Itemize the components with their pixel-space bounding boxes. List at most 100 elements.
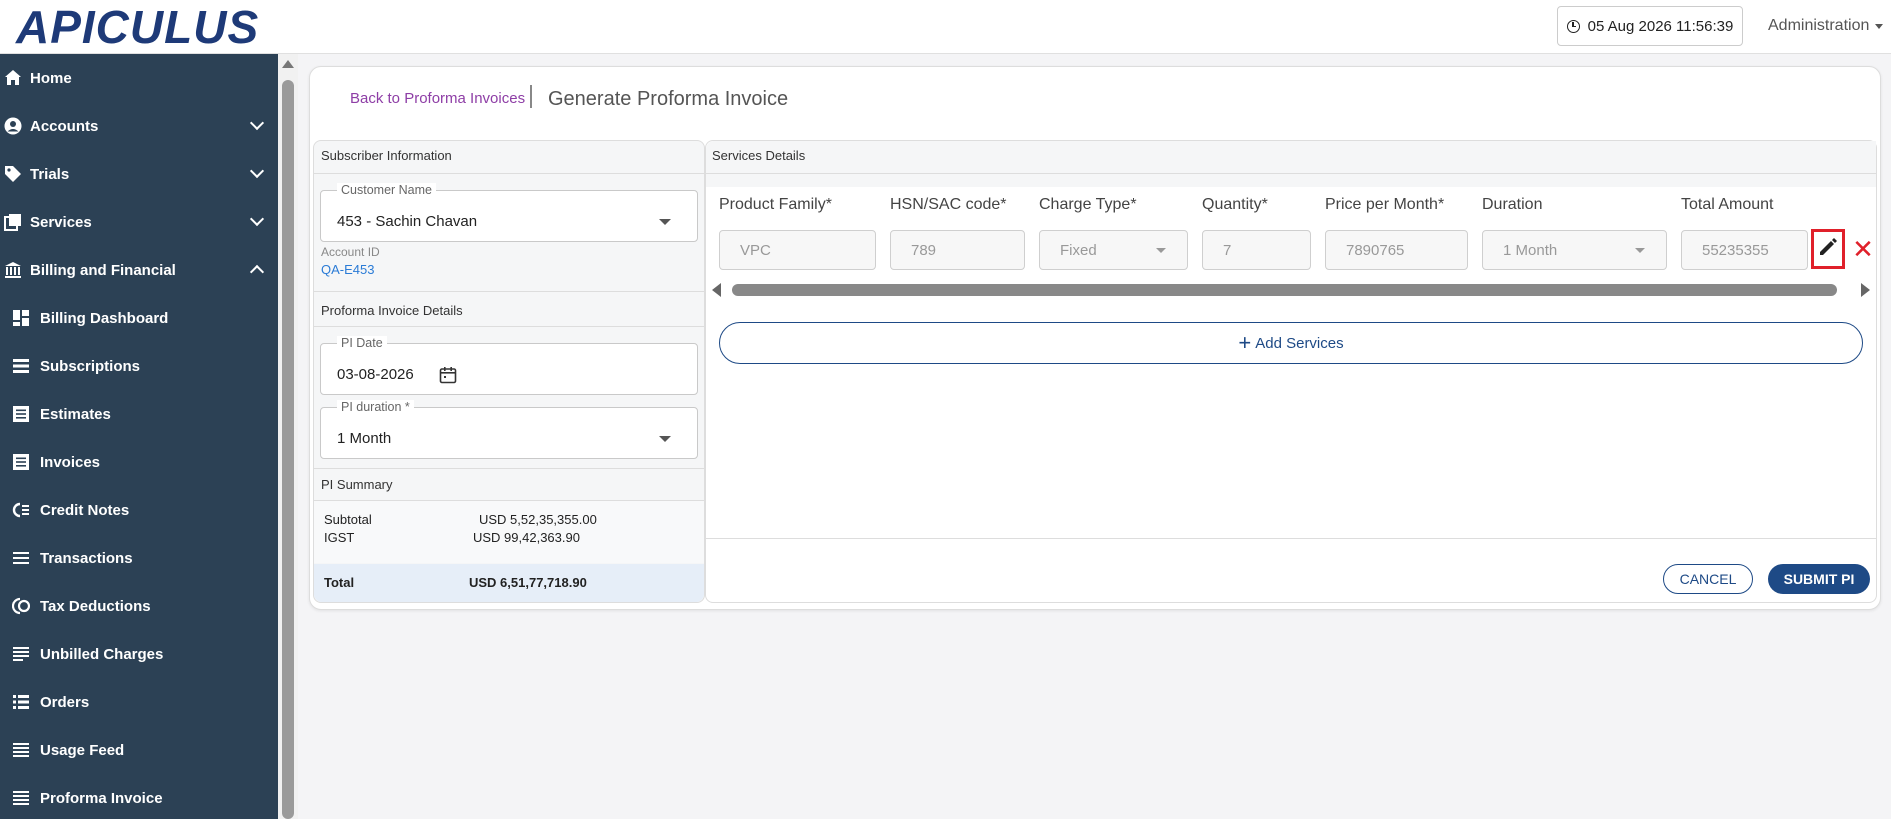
- sidebar-item-label: Trials: [30, 165, 70, 183]
- igst-label: IGST: [324, 530, 355, 545]
- sidebar-item-accounts[interactable]: Accounts: [0, 102, 278, 150]
- title-divider: [530, 85, 532, 108]
- sidebar-item-tax-deductions[interactable]: Tax Deductions: [0, 582, 278, 630]
- submit-pi-button[interactable]: SUBMIT PI: [1768, 564, 1870, 594]
- total-amount-input[interactable]: 55235355: [1681, 230, 1808, 270]
- back-to-proforma-invoices-link[interactable]: Back to Proforma Invoices: [350, 90, 525, 107]
- sidebar-item-label: Estimates: [40, 405, 111, 423]
- sidebar-item-unbilled-charges[interactable]: Unbilled Charges: [0, 630, 278, 678]
- product-family-header: Product Family*: [719, 196, 832, 213]
- sidebar-item-label: Proforma Invoice: [40, 789, 163, 807]
- quantity-input[interactable]: 7: [1202, 230, 1311, 270]
- pi-date-field[interactable]: PI Date 03-08-2026: [320, 336, 698, 395]
- user-circle-icon: [2, 115, 24, 137]
- sidebar-item-credit-notes[interactable]: Credit Notes: [0, 486, 278, 534]
- logo-text: APICULUS: [16, 1, 260, 53]
- sidebar-item-transactions[interactable]: Transactions: [0, 534, 278, 582]
- price-per-month-input[interactable]: 7890765: [1325, 230, 1468, 270]
- duration-select[interactable]: 1 Month: [1482, 230, 1667, 270]
- total-value: USD 6,51,77,718.90: [469, 575, 587, 590]
- customer-name-value: 453 - Sachin Chavan: [337, 213, 478, 230]
- chevron-down-icon: [249, 163, 265, 179]
- price-value: 7890765: [1346, 241, 1405, 259]
- sidebar-scrollbar[interactable]: [278, 54, 298, 819]
- sidebar-item-orders[interactable]: Orders: [0, 678, 278, 726]
- tax-icon: [10, 595, 32, 617]
- divider: [314, 291, 704, 292]
- total-amount-header: Total Amount: [1681, 196, 1774, 213]
- sidebar-item-label: Orders: [40, 693, 90, 711]
- account-id-link[interactable]: QA-E453: [321, 262, 374, 277]
- dropdown-caret-icon: [659, 436, 671, 442]
- divider: [706, 538, 1876, 539]
- sidebar-item-label: Transactions: [40, 549, 133, 567]
- hsn-sac-header: HSN/SAC code*: [890, 196, 1007, 213]
- duration-header: Duration: [1482, 196, 1543, 213]
- dashboard-icon: [10, 307, 32, 329]
- sidebar-item-home[interactable]: Home: [0, 54, 278, 102]
- sidebar-item-label: Subscriptions: [40, 357, 141, 375]
- list-icon: [10, 547, 32, 569]
- dropdown-caret-icon: [1156, 248, 1166, 253]
- sidebar-item-usage-feed[interactable]: Usage Feed: [0, 726, 278, 774]
- sidebar-item-invoices[interactable]: Invoices: [0, 438, 278, 486]
- sidebar-item-label: Billing and Financial: [30, 261, 176, 279]
- scroll-left-icon[interactable]: [712, 283, 721, 297]
- scroll-up-icon[interactable]: [282, 60, 294, 68]
- dropdown-caret-icon: [1635, 248, 1645, 253]
- invoice-icon: [10, 451, 32, 473]
- product-family-input[interactable]: VPC: [719, 230, 876, 270]
- customer-name-label: Customer Name: [337, 183, 436, 197]
- pi-duration-value: 1 Month: [337, 430, 392, 447]
- sidebar-item-subscriptions[interactable]: Subscriptions: [0, 342, 278, 390]
- quantity-value: 7: [1223, 241, 1232, 259]
- charge-type-header: Charge Type*: [1039, 196, 1137, 213]
- sidebar-item-label: Billing Dashboard: [40, 309, 169, 327]
- divider: [314, 326, 704, 327]
- sidebar-item-label: Invoices: [40, 453, 101, 471]
- services-details-heading: Services Details: [712, 148, 806, 163]
- horizontal-scrollbar-thumb[interactable]: [732, 284, 1837, 296]
- sidebar-item-billing-dashboard[interactable]: Billing Dashboard: [0, 294, 278, 342]
- sidebar-item-label: Accounts: [30, 117, 99, 135]
- submit-pi-label: SUBMIT PI: [1783, 571, 1855, 587]
- calendar-icon[interactable]: [439, 366, 457, 389]
- subtotal-value: USD 5,52,35,355.00: [479, 512, 597, 527]
- sidebar-item-trials[interactable]: Trials: [0, 150, 278, 198]
- dropdown-caret-icon: [659, 219, 671, 225]
- customer-name-select[interactable]: Customer Name 453 - Sachin Chavan: [320, 183, 698, 242]
- apiculus-logo[interactable]: APICULUS: [16, 1, 259, 53]
- caret-down-icon: [1875, 23, 1884, 29]
- subtotal-label: Subtotal: [324, 512, 372, 527]
- credit-note-icon: [10, 499, 32, 521]
- sidebar-item-proforma-invoice[interactable]: Proforma Invoice: [0, 774, 278, 819]
- sidebar: Home Accounts Trials Services Billing an…: [0, 54, 278, 819]
- scroll-right-icon[interactable]: [1861, 283, 1870, 297]
- sidebar-item-billing-and-financial[interactable]: Billing and Financial: [0, 246, 278, 294]
- quantity-header: Quantity*: [1202, 196, 1268, 213]
- plus-icon: +: [1238, 330, 1252, 355]
- list-icon: [10, 739, 32, 761]
- duration-value: 1 Month: [1503, 241, 1558, 259]
- charge-type-select[interactable]: Fixed: [1039, 230, 1188, 270]
- sidebar-item-estimates[interactable]: Estimates: [0, 390, 278, 438]
- total-amount-value: 55235355: [1702, 241, 1769, 259]
- clock-icon: [1566, 19, 1580, 33]
- divider: [706, 173, 1876, 174]
- pi-duration-label: PI duration *: [337, 400, 414, 414]
- pi-duration-select[interactable]: PI duration * 1 Month: [320, 400, 698, 459]
- cancel-button[interactable]: CANCEL: [1663, 564, 1753, 594]
- lines-icon: [10, 643, 32, 665]
- user-menu-label: Administration: [1768, 17, 1870, 34]
- services-head-band: [706, 141, 1876, 187]
- sidebar-item-services[interactable]: Services: [0, 198, 278, 246]
- igst-value: USD 99,42,363.90: [473, 530, 580, 545]
- datetime-text: 05 Aug 2026 11:56:39: [1587, 17, 1734, 35]
- hsn-sac-input[interactable]: 789: [890, 230, 1025, 270]
- add-services-button[interactable]: + Add Services: [719, 322, 1863, 364]
- scrollbar-thumb[interactable]: [282, 80, 294, 819]
- edit-service-button[interactable]: [1811, 229, 1845, 269]
- user-menu[interactable]: Administration: [1768, 17, 1884, 35]
- remove-service-icon[interactable]: ✕: [1852, 236, 1874, 262]
- list-icon: [10, 787, 32, 809]
